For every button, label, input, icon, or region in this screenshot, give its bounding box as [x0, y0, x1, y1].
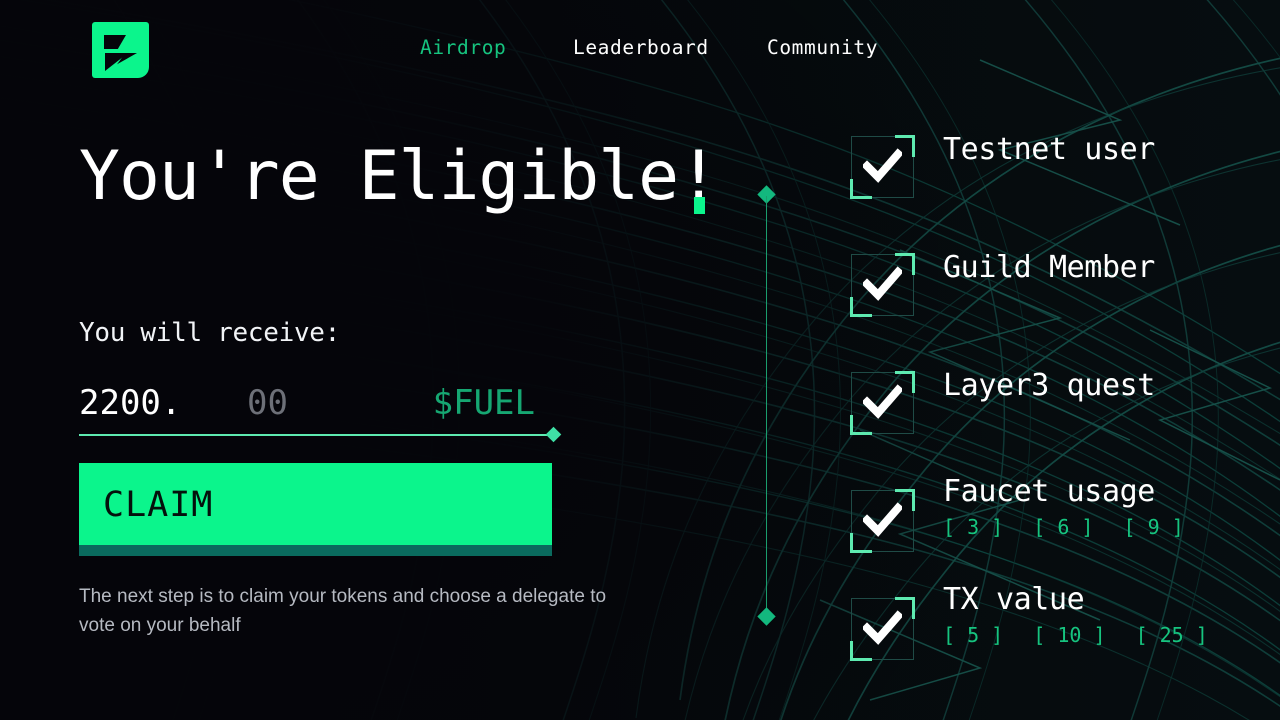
tier-value[interactable]: [ 9 ] — [1124, 515, 1184, 539]
checklist-item-label: Guild Member — [943, 250, 1155, 285]
checklist-item-guild-member[interactable]: Guild Member — [850, 250, 1271, 318]
claim-button-label: CLAIM — [103, 485, 214, 525]
checkbox-corner-accent — [850, 550, 872, 553]
checkbox-corner-accent — [912, 135, 915, 157]
check-icon — [863, 148, 902, 183]
connector-diamond-top — [757, 185, 776, 204]
checkbox-corner-accent — [912, 597, 915, 619]
checkbox-corner-accent — [850, 533, 853, 553]
check-icon — [863, 502, 902, 537]
connector-line — [766, 196, 767, 617]
checklist-item-label: Layer3 quest — [943, 368, 1155, 403]
check-icon — [863, 610, 902, 645]
checklist-item-label: TX value — [943, 582, 1085, 617]
checklist-item-tx-value[interactable]: TX value [ 5 ] [ 10 ] [ 25 ] — [850, 582, 1271, 662]
checklist-item-tiers: [ 5 ] [ 10 ] [ 25 ] — [943, 623, 1226, 647]
checklist-item-label: Testnet user — [943, 132, 1155, 167]
tier-value[interactable]: [ 3 ] — [943, 515, 1003, 539]
checklist-item-layer3-quest[interactable]: Layer3 quest — [850, 368, 1271, 436]
checkbox-tx-value[interactable] — [850, 597, 915, 661]
checkbox-testnet-user[interactable] — [850, 135, 915, 199]
checkbox-corner-accent — [850, 314, 872, 317]
checkbox-corner-accent — [850, 641, 853, 661]
checkbox-guild-member[interactable] — [850, 253, 915, 317]
checkbox-faucet-usage[interactable] — [850, 489, 915, 553]
checkbox-corner-accent — [850, 415, 853, 435]
checkbox-corner-accent — [912, 371, 915, 393]
claim-note: The next step is to claim your tokens an… — [79, 586, 607, 636]
checklist-item-testnet-user[interactable]: Testnet user — [850, 132, 1271, 200]
title-accent-dot — [694, 197, 705, 214]
amount-row: 2200. 00 $FUEL — [79, 382, 553, 424]
page-title: You're Eligible! — [79, 137, 719, 216]
amount-decimals: 00 — [247, 383, 288, 423]
claim-button[interactable]: CLAIM — [79, 463, 552, 554]
nav-item-community[interactable]: Community — [767, 36, 878, 59]
amount-underline-diamond — [545, 426, 562, 443]
checkbox-corner-accent — [850, 196, 872, 199]
checkbox-corner-accent — [912, 253, 915, 275]
checkbox-corner-accent — [850, 179, 853, 199]
connector-diamond-bottom — [757, 607, 776, 626]
checkbox-layer3-quest[interactable] — [850, 371, 915, 435]
amount-underline — [79, 434, 547, 436]
checkbox-corner-accent — [850, 432, 872, 435]
eligibility-panel: You're Eligible! You will receive: 2200.… — [0, 0, 719, 720]
tier-value[interactable]: [ 5 ] — [943, 623, 1003, 647]
receive-label: You will receive: — [79, 318, 341, 348]
check-icon — [863, 384, 902, 419]
checkbox-corner-accent — [912, 489, 915, 511]
tier-value[interactable]: [ 25 ] — [1136, 623, 1208, 647]
tier-value[interactable]: [ 10 ] — [1033, 623, 1105, 647]
token-ticker: $FUEL — [432, 383, 535, 423]
amount-integer: 2200. — [79, 383, 182, 423]
check-icon — [863, 266, 902, 301]
checklist-item-label: Faucet usage — [943, 474, 1155, 509]
claim-button-shadow — [79, 545, 552, 556]
checklist-item-faucet-usage[interactable]: Faucet usage [ 3 ] [ 6 ] [ 9 ] — [850, 474, 1271, 554]
checklist-item-tiers: [ 3 ] [ 6 ] [ 9 ] — [943, 515, 1202, 539]
checkbox-corner-accent — [850, 658, 872, 661]
checkbox-corner-accent — [850, 297, 853, 317]
tier-value[interactable]: [ 6 ] — [1033, 515, 1093, 539]
